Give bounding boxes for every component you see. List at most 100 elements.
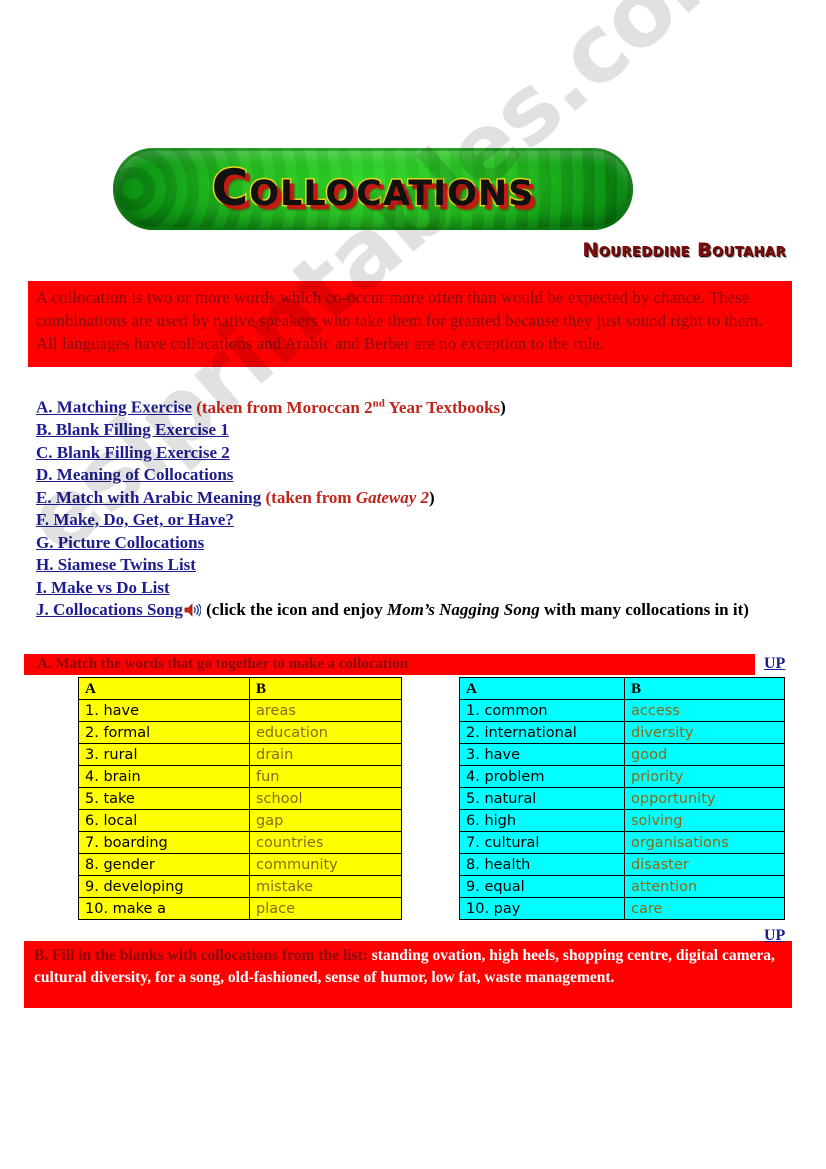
cell-a: 6. high: [459, 809, 625, 832]
link-note-a-close: ): [500, 397, 506, 417]
cell-a: 9. equal: [459, 875, 625, 898]
link-note-e-close: ): [429, 487, 435, 507]
author-name: Noureddine Boutahar: [582, 239, 786, 261]
table-row: 3. have good: [459, 743, 785, 766]
table-row: 5. natural opportunity: [459, 787, 785, 810]
cell-b: education: [249, 721, 402, 744]
link-collocations-song[interactable]: J. Collocations Song: [36, 600, 183, 619]
table-row: 1. common access: [459, 699, 785, 722]
cell-b: fun: [249, 765, 402, 788]
link-row-e: E. Match with Arabic Meaning (taken from…: [36, 487, 776, 510]
table-row: 4. brain fun: [78, 765, 402, 788]
exercise-link-list: A. Matching Exercise (taken from Morocca…: [36, 392, 776, 622]
column-header-a: A: [459, 677, 625, 700]
table-row: 8. gender community: [78, 853, 402, 876]
cell-a: 7. boarding: [78, 831, 250, 854]
page-title: Collocations: [210, 158, 535, 219]
speaker-icon[interactable]: [184, 601, 202, 617]
link-row-a: A. Matching Exercise (taken from Morocca…: [36, 392, 776, 419]
cell-b: good: [624, 743, 785, 766]
table-row: 9. equal attention: [459, 875, 785, 898]
cell-b: countries: [249, 831, 402, 854]
table-row: 6. local gap: [78, 809, 402, 832]
table-row: 10. make a place: [78, 897, 402, 920]
cell-a: 10. make a: [78, 897, 250, 920]
link-siamese-twins-list[interactable]: H. Siamese Twins List: [36, 555, 196, 574]
up-link-section-a[interactable]: UP: [764, 655, 785, 673]
column-header-b: B: [624, 677, 785, 700]
cell-b: school: [249, 787, 402, 810]
definition-box: A collocation is two or more words which…: [28, 281, 792, 367]
cell-b: solving: [624, 809, 785, 832]
cell-a: 1. have: [78, 699, 250, 722]
section-b-heading: B. Fill in the blanks with collocations …: [34, 947, 368, 964]
link-make-vs-do-list[interactable]: I. Make vs Do List: [36, 578, 170, 597]
cell-a: 10. pay: [459, 897, 625, 920]
cell-b: community: [249, 853, 402, 876]
link-picture-collocations[interactable]: G. Picture Collocations: [36, 533, 204, 552]
match-table-right: A B 1. common access 2. international dive…: [459, 677, 785, 920]
table-row: 7. boarding countries: [78, 831, 402, 854]
cell-a: 4. problem: [459, 765, 625, 788]
table-header-row: A B: [459, 677, 785, 700]
link-note-a: (taken from Moroccan 2nd Year Textbooks: [191, 397, 501, 417]
cell-b: diversity: [624, 721, 785, 744]
table-row: 8. health disaster: [459, 853, 785, 876]
cell-a: 5. take: [78, 787, 250, 810]
cell-a: 2. international: [459, 721, 625, 744]
cell-a: 9. developing: [78, 875, 250, 898]
cell-a: 1. common: [459, 699, 625, 722]
link-row-i: I. Make vs Do List: [36, 577, 776, 600]
match-table-left-body: 1. have areas 2. formal education 3. rural…: [78, 699, 402, 920]
table-row: 3. rural drain: [78, 743, 402, 766]
table-row: 4. problem priority: [459, 765, 785, 788]
table-header-row: A B: [78, 677, 402, 700]
section-b-text: B. Fill in the blanks with collocations …: [34, 945, 782, 989]
cell-a: 4. brain: [78, 765, 250, 788]
cell-a: 3. rural: [78, 743, 250, 766]
link-row-f: F. Make, Do, Get, or Have?: [36, 509, 776, 532]
link-matching-exercise[interactable]: A. Matching Exercise: [36, 398, 192, 417]
cell-b: disaster: [624, 853, 785, 876]
table-row: 5. take school: [78, 787, 402, 810]
column-header-a: A: [78, 677, 250, 700]
table-row: 6. high solving: [459, 809, 785, 832]
table-row: 7. cultural organisations: [459, 831, 785, 854]
section-a-header-bar: A. Match the words that go together to m…: [24, 654, 755, 675]
cell-a: 7. cultural: [459, 831, 625, 854]
up-link-section-b[interactable]: UP: [764, 927, 785, 945]
table-row: 2. international diversity: [459, 721, 785, 744]
link-blank-filling-exercise-1[interactable]: B. Blank Filling Exercise 1: [36, 420, 229, 439]
section-b-box: B. Fill in the blanks with collocations …: [24, 941, 792, 1008]
cell-a: 2. formal: [78, 721, 250, 744]
definition-text: A collocation is two or more words which…: [36, 288, 763, 353]
table-row: 9. developing mistake: [78, 875, 402, 898]
match-table-left: A B 1. have areas 2. formal education 3. r…: [78, 677, 402, 920]
cell-b: access: [624, 699, 785, 722]
cell-b: organisations: [624, 831, 785, 854]
cell-b: place: [249, 897, 402, 920]
link-row-g: G. Picture Collocations: [36, 532, 776, 555]
cell-b: attention: [624, 875, 785, 898]
cell-b: priority: [624, 765, 785, 788]
column-header-b: B: [249, 677, 402, 700]
cell-b: areas: [249, 699, 402, 722]
link-note-j: (click the icon and enjoy Mom’s Nagging …: [201, 600, 749, 620]
link-meaning-of-collocations[interactable]: D. Meaning of Collocations: [36, 465, 233, 484]
link-note-e: (taken from Gateway 2: [261, 487, 430, 507]
section-a-heading: A. Match the words that go together to m…: [37, 656, 408, 672]
link-blank-filling-exercise-2[interactable]: C. Blank Filling Exercise 2: [36, 443, 230, 462]
cell-b: opportunity: [624, 787, 785, 810]
cell-a: 5. natural: [459, 787, 625, 810]
cell-b: drain: [249, 743, 402, 766]
match-table-right-body: 1. common access 2. international diversit…: [459, 699, 785, 920]
link-row-j: J. Collocations Song (click the icon and…: [36, 599, 776, 622]
cell-b: care: [624, 897, 785, 920]
link-row-b: B. Blank Filling Exercise 1: [36, 419, 776, 442]
table-row: 2. formal education: [78, 721, 402, 744]
link-make-do-get-or-have[interactable]: F. Make, Do, Get, or Have?: [36, 510, 234, 529]
link-row-c: C. Blank Filling Exercise 2: [36, 442, 776, 465]
cell-a: 6. local: [78, 809, 250, 832]
link-row-h: H. Siamese Twins List: [36, 554, 776, 577]
link-match-with-arabic-meaning[interactable]: E. Match with Arabic Meaning: [36, 488, 261, 507]
